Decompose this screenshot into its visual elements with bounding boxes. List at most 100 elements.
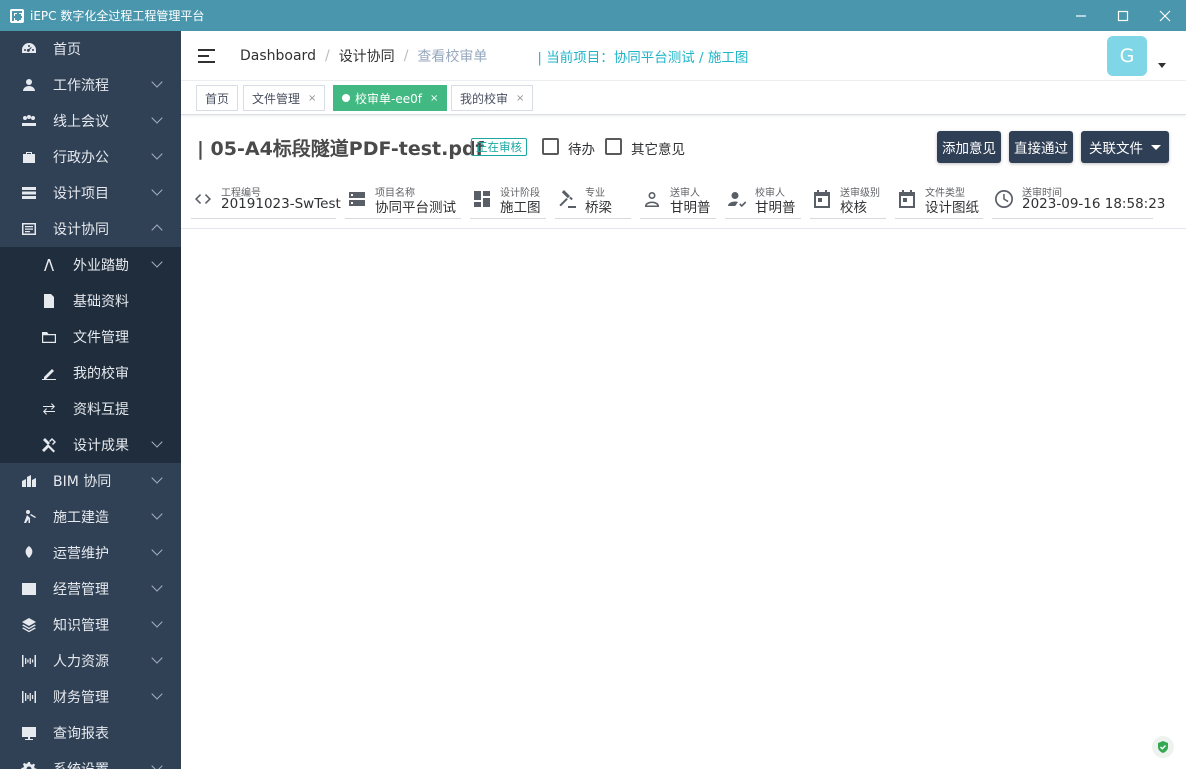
report-icon [21,725,37,741]
bim-icon [21,473,37,489]
sidebar-item-label: 运营维护 [53,546,109,562]
breadcrumb-dashboard[interactable]: Dashboard [240,48,316,64]
maximize-button[interactable] [1102,0,1144,31]
approve-button[interactable]: 直接通过 [1009,131,1073,163]
field-value: 校核 [840,200,867,216]
chevron-down-icon [151,76,163,88]
sidebar-item-label: 资料互提 [73,402,129,418]
dashboard-icon [21,41,37,57]
sidebar-item-label: 查询报表 [53,726,109,742]
sidebar-item-label: 我的校审 [73,366,129,382]
sidebar-item-sidebar-items_after-5[interactable]: 人力资源 [0,643,181,679]
tag-review-sheet[interactable]: 校审单-ee0f × [333,85,448,111]
sidebar-item-label: 线上会议 [53,114,109,130]
related-files-button[interactable]: 关联文件 [1081,131,1169,163]
field-value: 施工图 [500,200,541,216]
sidebar-item-sidebar-items-3[interactable]: 行政办公 [0,139,181,175]
cooperation-icon [21,221,37,237]
breadcrumb-design-collab[interactable]: 设计协同 [339,46,395,66]
related-files-label: 关联文件 [1089,141,1143,157]
todo-label: 待办 [568,142,595,158]
sidebar-item-label: 设计项目 [53,186,109,202]
sidebar-item-sidebar-items-1[interactable]: 工作流程 [0,67,181,103]
sidebar-item-label: 人力资源 [53,654,109,670]
sidebar-item-sidebar-items-0[interactable]: 首页 [0,31,181,67]
tag-file-management[interactable]: 文件管理 × [243,85,326,111]
tag-label: 文件管理 [252,91,301,106]
avatar-caret-icon[interactable] [1158,63,1166,68]
content-divider [181,228,1186,229]
sidebar-item-label: 行政办公 [53,150,109,166]
chevron-down-icon [151,544,163,556]
tag-close-icon[interactable]: × [516,93,524,104]
chevron-down-icon [151,760,163,769]
shield-icon[interactable] [1152,736,1174,758]
chart-icon [21,581,37,597]
sidebar-item-sidebar-subitems-3[interactable]: 我的校审 [0,355,181,391]
chevron-down-icon [151,688,163,700]
sidebar-item-sidebar-items-2[interactable]: 线上会议 [0,103,181,139]
close-icon [1159,10,1171,21]
close-button[interactable] [1144,0,1186,31]
sidebar-item-label: 财务管理 [53,690,109,706]
breadcrumb: Dashboard / 设计协同 / 查看校审单 [240,46,488,66]
chevron-down-icon [151,184,163,196]
hr-icon [21,653,37,669]
tag-home[interactable]: 首页 [196,85,239,111]
info-field: 专业 桥梁 [555,183,631,219]
sidebar-item-sidebar-items_after-6[interactable]: 财务管理 [0,679,181,715]
sidebar-item-sidebar-items_after-7[interactable]: 查询报表 [0,715,181,751]
sidebar-item-sidebar-subitems-2[interactable]: 文件管理 [0,319,181,355]
sidebar-item-sidebar-items-5[interactable]: 设计协同 [0,211,181,247]
sidebar-item-sidebar-subitems-4[interactable]: 资料互提 [0,391,181,427]
sidebar-item-sidebar-items_after-2[interactable]: 运营维护 [0,535,181,571]
other-opinion-checkbox[interactable] [605,138,622,155]
briefcase-icon [21,149,37,165]
sidebar-item-sidebar-items_after-3[interactable]: 经营管理 [0,571,181,607]
tag-close-icon[interactable]: × [430,93,438,104]
sidebar: 首页工作流程线上会议行政办公设计项目设计协同 外业踏勘基础资料文件管理我的校审资… [0,31,181,769]
calendar-icon [897,189,917,209]
sidebar-item-sidebar-subitems-1[interactable]: 基础资料 [0,283,181,319]
info-field: 校审人 甘明普 [725,183,801,219]
person-check-icon [727,189,747,209]
tag-label: 首页 [205,91,230,106]
leaf-icon [21,545,37,561]
finance-icon [21,689,37,705]
sidebar-item-sidebar-items_after-8[interactable]: 系统设置 [0,751,181,769]
chevron-down-icon [151,112,163,124]
sidebar-item-label: 基础资料 [73,294,129,310]
sidebar-item-label: 设计协同 [53,222,109,238]
meeting-icon [21,113,37,129]
minimize-button[interactable] [1060,0,1102,31]
hamburger-icon[interactable] [198,48,215,63]
calendar-icon [812,189,832,209]
document-title: | 05-A4标段隧道PDF-test.pdf [197,138,484,160]
breadcrumb-current: 查看校审单 [417,48,488,65]
avatar[interactable]: G [1107,36,1147,76]
sidebar-item-label: 知识管理 [53,618,109,634]
sidebar-item-sidebar-items-4[interactable]: 设计项目 [0,175,181,211]
add-opinion-button[interactable]: 添加意见 [937,131,1001,163]
minimize-icon [1076,14,1086,17]
tag-label: 我的校审 [460,91,509,106]
status-badge: 正在审核 [471,138,527,156]
sidebar-item-label: 首页 [53,42,81,58]
sidebar-item-sidebar-items_after-1[interactable]: 施工建造 [0,499,181,535]
tags-view: 首页 文件管理 × 校审单-ee0f × 我的校审 × [181,81,1186,115]
todo-checkbox[interactable] [542,138,559,155]
tag-close-icon[interactable]: × [308,93,316,104]
chevron-up-icon [151,224,163,236]
server-icon [347,189,367,209]
sidebar-item-sidebar-subitems-5[interactable]: 设计成果 [0,427,181,463]
tag-my-review[interactable]: 我的校审 × [451,85,534,111]
field-value: 甘明普 [755,200,796,216]
sidebar-item-sidebar-items_after-0[interactable]: BIM 协同 [0,463,181,499]
approve-label: 直接通过 [1014,141,1068,157]
sidebar-item-sidebar-items_after-4[interactable]: 知识管理 [0,607,181,643]
sidebar-item-sidebar-subitems-0[interactable]: 外业踏勘 [0,247,181,283]
folder-icon [41,329,57,345]
current-project[interactable]: | 当前项目：协同平台测试 / 施工图 [537,46,748,66]
info-field: 送审时间 2023-09-16 18:58:23 [992,183,1165,219]
sidebar-item-label: 文件管理 [73,330,129,346]
